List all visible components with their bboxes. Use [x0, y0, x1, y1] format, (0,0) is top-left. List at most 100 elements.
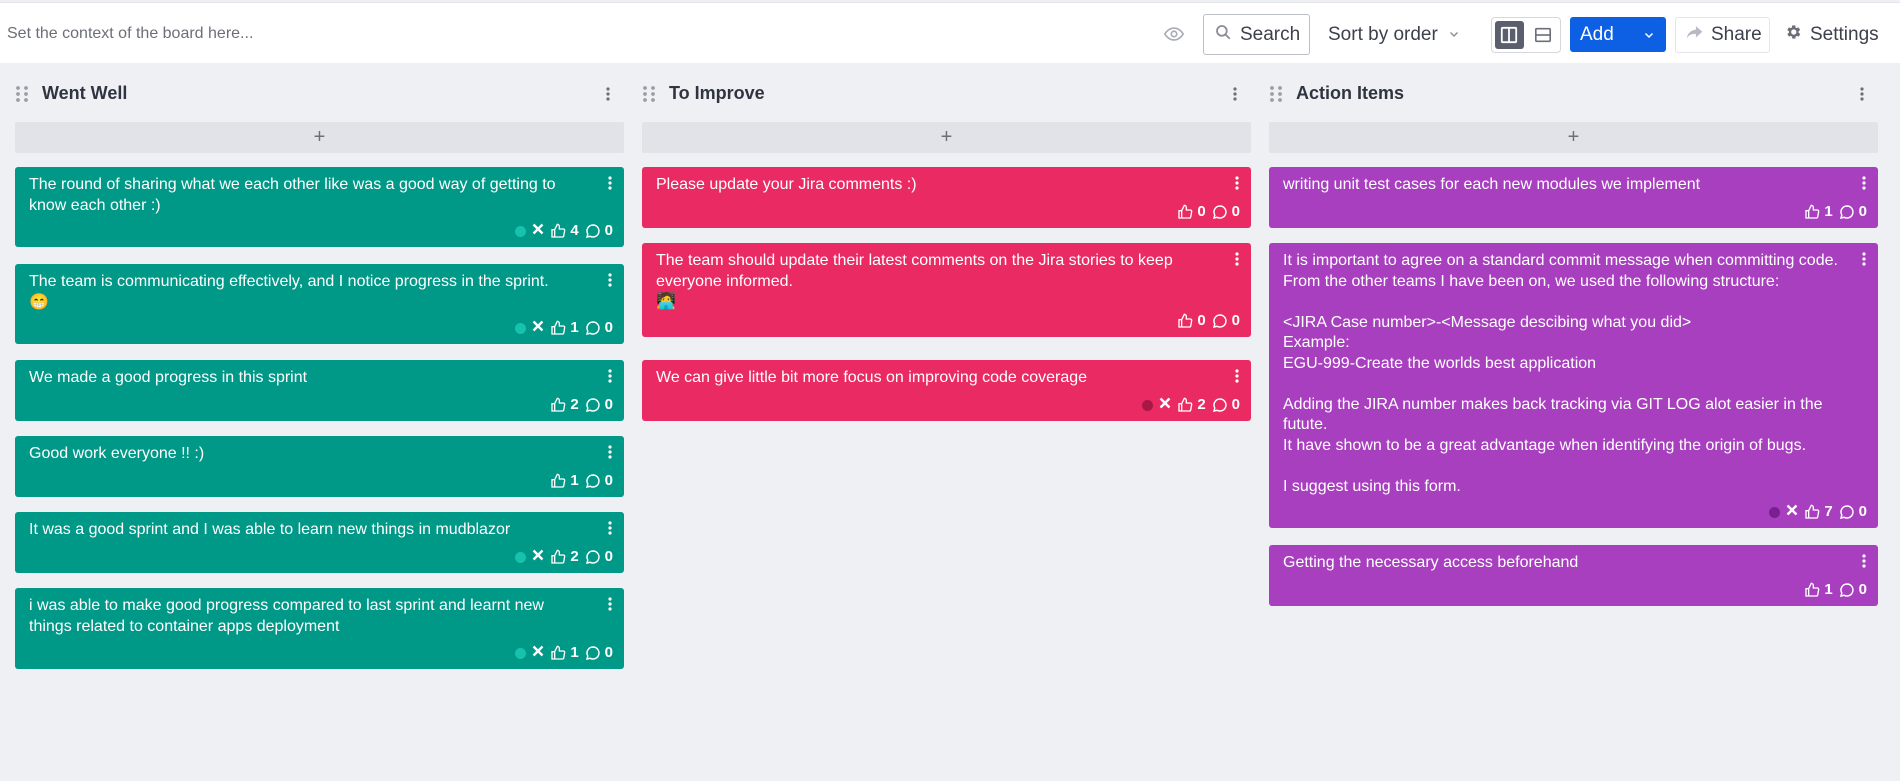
card-text: We made a good progress in this sprint — [29, 369, 308, 386]
card-text: The round of sharing what we each other … — [29, 176, 560, 214]
sort-dropdown[interactable]: Sort by order — [1316, 14, 1466, 55]
drag-handle-icon[interactable] — [1269, 85, 1283, 103]
card-footer: 4 0 — [515, 221, 613, 241]
search-button[interactable]: Search — [1203, 14, 1310, 55]
columns-view-button[interactable] — [1495, 21, 1524, 49]
comment-button[interactable]: 0 — [1212, 202, 1240, 223]
comment-icon — [1212, 398, 1227, 412]
like-button[interactable]: 2 — [1177, 395, 1206, 416]
like-button[interactable]: 0 — [1177, 311, 1206, 332]
card-more-icon[interactable] — [604, 443, 616, 461]
column-header: To Improve — [642, 78, 1251, 110]
thumbs-up-icon — [1805, 504, 1820, 519]
close-icon[interactable] — [532, 221, 544, 242]
column-more-icon[interactable] — [1852, 84, 1872, 104]
like-button[interactable]: 1 — [550, 643, 579, 664]
card-more-icon[interactable] — [604, 174, 616, 192]
retro-card[interactable]: It was a good sprint and I was able to l… — [15, 512, 624, 573]
card-more-icon[interactable] — [604, 595, 616, 613]
comment-icon — [1839, 205, 1854, 219]
card-footer: 1 0 — [515, 318, 613, 338]
comment-button[interactable]: 0 — [585, 547, 613, 568]
drag-handle-icon[interactable] — [642, 85, 656, 103]
close-icon[interactable] — [1159, 395, 1171, 416]
card-text: writing unit test cases for each new mod… — [1283, 176, 1701, 193]
like-button[interactable]: 7 — [1804, 502, 1833, 523]
card-more-icon[interactable] — [1858, 552, 1870, 570]
add-card-button[interactable]: + — [642, 122, 1251, 153]
card-more-icon[interactable] — [604, 271, 616, 289]
retro-card[interactable]: The round of sharing what we each other … — [15, 167, 624, 247]
retro-card[interactable]: Good work everyone !! :) 1 0 — [15, 436, 624, 497]
comment-button[interactable]: 0 — [585, 471, 613, 492]
add-button[interactable]: Add — [1570, 17, 1666, 52]
like-button[interactable]: 0 — [1177, 202, 1206, 223]
close-icon[interactable] — [532, 643, 544, 664]
comment-button[interactable]: 0 — [585, 395, 613, 416]
comment-button[interactable]: 0 — [585, 221, 613, 242]
like-button[interactable]: 2 — [550, 547, 579, 568]
like-button[interactable]: 2 — [550, 395, 579, 416]
retro-card[interactable]: The team should update their latest comm… — [642, 243, 1251, 337]
card-more-icon[interactable] — [1231, 367, 1243, 385]
retro-card[interactable]: We made a good progress in this sprint 2… — [15, 360, 624, 421]
card-more-icon[interactable] — [1858, 250, 1870, 268]
like-count: 2 — [1197, 395, 1206, 413]
card-more-icon[interactable] — [1231, 174, 1243, 192]
add-card-button[interactable]: + — [15, 122, 624, 153]
close-icon[interactable] — [532, 547, 544, 568]
like-count: 7 — [1824, 502, 1833, 520]
comment-button[interactable]: 0 — [585, 318, 613, 339]
card-more-icon[interactable] — [604, 367, 616, 385]
like-button[interactable]: 1 — [1804, 580, 1833, 601]
retro-card[interactable]: It is important to agree on a standard c… — [1269, 243, 1878, 528]
add-card-button[interactable]: + — [1269, 122, 1878, 153]
like-count: 0 — [1197, 202, 1206, 220]
like-button[interactable]: 1 — [1804, 202, 1833, 223]
card-text: The team should update their latest comm… — [656, 252, 1173, 310]
comment-button[interactable]: 0 — [1839, 502, 1867, 523]
card-text: The team is communicating effectively, a… — [29, 273, 549, 311]
comment-button[interactable]: 0 — [1839, 580, 1867, 601]
card-text: i was able to make good progress compare… — [29, 597, 549, 635]
eye-icon[interactable] — [1163, 23, 1185, 45]
retro-card[interactable]: i was able to make good progress compare… — [15, 588, 624, 669]
retro-card[interactable]: Please update your Jira comments :) 0 0 — [642, 167, 1251, 228]
column-more-icon[interactable] — [1225, 84, 1245, 104]
rows-view-icon — [1534, 27, 1551, 43]
add-dropdown-chevron-icon[interactable] — [1632, 17, 1666, 52]
retro-card[interactable]: We can give little bit more focus on imp… — [642, 360, 1251, 421]
drag-handle-icon[interactable] — [15, 85, 29, 103]
comment-button[interactable]: 0 — [1212, 311, 1240, 332]
card-more-icon[interactable] — [1231, 250, 1243, 268]
like-button[interactable]: 4 — [550, 221, 579, 242]
comment-icon — [585, 646, 600, 660]
like-button[interactable]: 1 — [550, 471, 579, 492]
board-context-input[interactable] — [0, 3, 1140, 64]
close-icon[interactable] — [532, 318, 544, 339]
comment-icon — [585, 550, 600, 564]
close-icon[interactable] — [1786, 502, 1798, 523]
comment-button[interactable]: 0 — [1212, 395, 1240, 416]
share-button[interactable]: Share — [1675, 17, 1770, 53]
card-more-icon[interactable] — [1858, 174, 1870, 192]
card-text: Good work everyone !! :) — [29, 445, 205, 462]
column-more-icon[interactable] — [598, 84, 618, 104]
retro-card[interactable]: writing unit test cases for each new mod… — [1269, 167, 1878, 228]
comment-button[interactable]: 0 — [585, 643, 613, 664]
like-button[interactable]: 1 — [550, 318, 579, 339]
share-icon — [1686, 24, 1703, 46]
card-footer: 2 0 — [515, 547, 613, 567]
rows-view-button[interactable] — [1529, 21, 1558, 49]
comment-button[interactable]: 0 — [1839, 202, 1867, 223]
like-count: 2 — [570, 395, 579, 413]
comment-count: 0 — [1231, 395, 1240, 413]
status-dot-icon — [1142, 399, 1154, 411]
card-text: Please update your Jira comments :) — [656, 176, 917, 193]
retro-card[interactable]: The team is communicating effectively, a… — [15, 264, 624, 344]
card-more-icon[interactable] — [604, 519, 616, 537]
like-count: 1 — [1824, 202, 1833, 220]
settings-button[interactable]: Settings — [1780, 17, 1895, 53]
retro-card[interactable]: Getting the necessary access beforehand … — [1269, 545, 1878, 606]
card-footer: 2 0 — [550, 395, 613, 415]
